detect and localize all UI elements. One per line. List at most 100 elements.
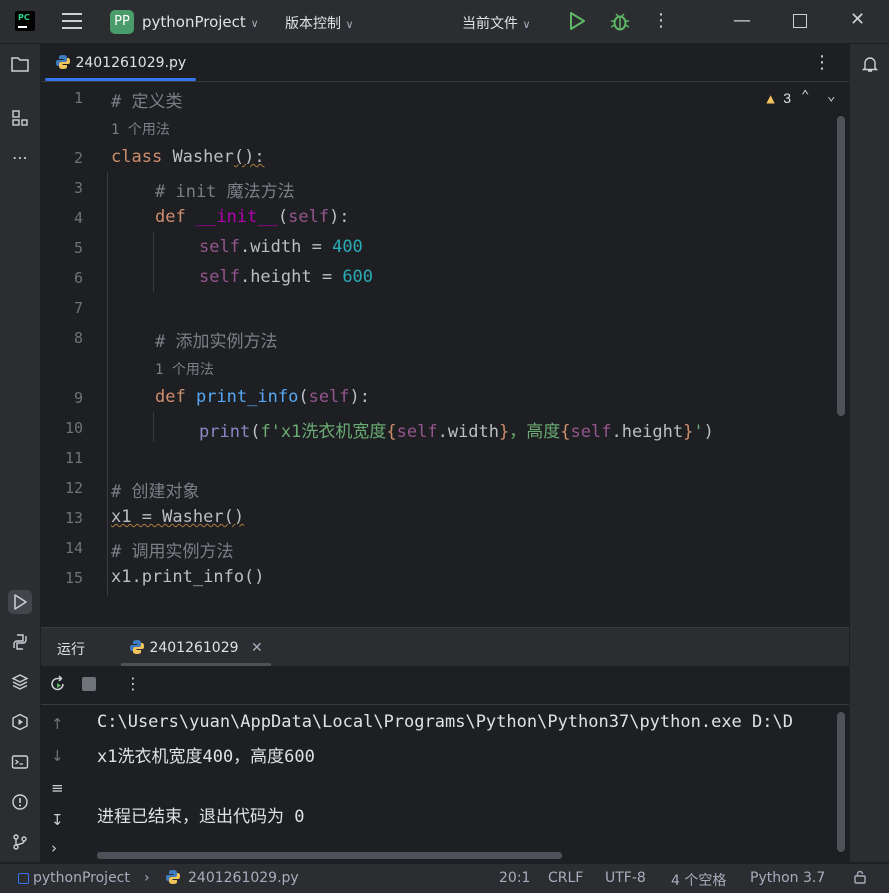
code-line: def print_info(self): [155,387,371,407]
notifications-icon[interactable] [858,52,882,76]
line-number: 2 [73,149,83,167]
down-arrow-icon[interactable]: ↓ [51,747,64,765]
indent-setting[interactable]: 4 个空格 [671,870,726,890]
close-icon[interactable]: ✕ [850,9,865,30]
line-number: 7 [73,299,83,317]
active-tab-indicator [45,78,197,81]
code-editor[interactable]: ▲ 3 ⌃ ⌄ 1 2 3 4 5 6 7 8 9 10 11 12 13 14… [41,82,849,596]
editor-scrollbar[interactable] [837,116,845,416]
inspection-widget[interactable]: ▲ 3 [766,90,791,107]
python-interpreter[interactable]: Python 3.7 [750,870,825,886]
indent-guide [153,232,154,292]
run-tab-bar: 运行 2401261029 ✕ [41,628,849,666]
run-tab-label: 2401261029 [149,640,239,656]
line-number: 1 [73,89,83,107]
folder-icon[interactable] [8,52,32,76]
breadcrumb-project[interactable]: pythonProject [33,870,130,886]
run-toolbar: ⋮ [41,667,849,705]
project-name: pythonProject [142,13,246,31]
code-line: # init 魔法方法 [155,182,295,202]
git-icon[interactable] [8,830,32,854]
soft-wrap-icon[interactable]: ≡ [51,779,64,797]
run-icon[interactable] [567,11,587,31]
structure-icon[interactable] [8,106,32,130]
project-module-icon [18,873,29,884]
line-number: 5 [73,239,83,257]
run-more-icon[interactable]: ⋮ [125,674,141,693]
editor-tab[interactable]: 2401261029.py [45,44,197,81]
indent-guide [153,412,154,442]
project-switcher[interactable]: pythonProject ∨ [142,13,259,31]
run-tool-icon[interactable] [8,590,32,614]
code-line: # 定义类 [111,92,183,112]
line-number: 9 [73,389,83,407]
indent-guide [107,172,108,596]
tab-options-icon[interactable]: ⋮ [813,52,831,73]
next-highlight-icon[interactable]: ⌄ [827,88,835,104]
run-config-label: 当前文件 [462,16,518,32]
minimize-icon[interactable]: — [733,10,751,31]
stop-icon[interactable] [82,677,96,691]
line-ending[interactable]: CRLF [548,870,583,886]
warning-count: 3 [783,90,791,106]
usage-hint[interactable]: 1 个用法 [155,359,214,379]
console-output-line: C:\Users\yuan\AppData\Local\Programs\Pyt… [97,712,793,732]
python-packages-icon[interactable] [8,670,32,694]
chevron-down-icon: ∨ [250,17,259,30]
line-number: 8 [73,329,83,347]
maximize-icon[interactable] [793,14,807,28]
vcs-menu[interactable]: 版本控制 ∨ [285,13,354,33]
code-line: class Washer(): [111,147,265,167]
more-actions-icon[interactable]: ⋮ [652,10,670,31]
code-line: x1.print_info() [111,567,265,587]
problems-icon[interactable] [8,790,32,814]
console-horizontal-scrollbar[interactable] [97,852,562,859]
project-badge[interactable]: PP [110,10,134,34]
close-tab-icon[interactable]: ✕ [251,640,263,656]
status-bar: pythonProject › 2401261029.py 20:1 CRLF … [0,863,889,893]
more-tools-icon[interactable]: ⋯ [8,146,32,170]
lock-icon[interactable] [852,869,868,889]
code-line: # 调用实例方法 [111,542,234,562]
code-line: def __init__(self): [155,207,350,227]
expand-icon[interactable]: › [51,839,57,857]
line-number: 6 [73,269,83,287]
previous-highlight-icon[interactable]: ⌃ [801,88,809,104]
line-number: 4 [73,209,83,227]
code-line: self.width = 400 [199,237,363,257]
warning-icon: ▲ [766,91,775,107]
line-number: 11 [64,449,83,467]
code-line: # 创建对象 [111,482,200,502]
python-console-icon[interactable] [8,630,32,654]
caret-position[interactable]: 20:1 [499,870,530,886]
run-tab[interactable]: 2401261029 ✕ [121,628,271,666]
usage-hint[interactable]: 1 个用法 [111,119,170,139]
pycharm-logo-icon[interactable]: PC [15,11,35,31]
breadcrumb-file[interactable]: 2401261029.py [188,870,299,886]
terminal-icon[interactable] [8,750,32,774]
main-menu-icon[interactable] [62,13,82,29]
up-arrow-icon[interactable]: ↑ [51,715,64,733]
file-encoding[interactable]: UTF-8 [605,870,646,886]
editor-tab-bar: 2401261029.py ⋮ [41,44,849,82]
services-icon[interactable] [8,710,32,734]
line-number: 3 [73,179,83,197]
run-panel-title: 运行 [57,642,85,658]
active-tab-indicator [121,663,271,666]
python-file-icon [165,869,181,889]
code-line: # 添加实例方法 [155,332,278,352]
run-config-selector[interactable]: 当前文件 ∨ [462,13,531,33]
rerun-icon[interactable] [49,675,67,697]
code-line: print(f'x1洗衣机宽度{self.width}，高度{self.heig… [199,422,714,442]
console-vertical-scrollbar[interactable] [837,712,845,852]
editor-tab-label: 2401261029.py [75,55,187,71]
python-file-icon [129,640,149,656]
line-number: 10 [64,419,83,437]
scroll-to-end-icon[interactable]: ↧ [51,811,64,829]
run-panel: 运行 2401261029 ✕ ⋮ ↑ ↓ ≡ ↧ › C:\Users\yua… [41,627,849,863]
debug-icon[interactable] [609,10,631,32]
code-line: self.height = 600 [199,267,374,287]
run-side-toolbar: ↑ ↓ ≡ ↧ › [41,705,81,863]
title-bar: PC PP pythonProject ∨ 版本控制 ∨ 当前文件 ∨ ⋮ — … [0,0,889,44]
chevron-down-icon: ∨ [522,18,531,31]
